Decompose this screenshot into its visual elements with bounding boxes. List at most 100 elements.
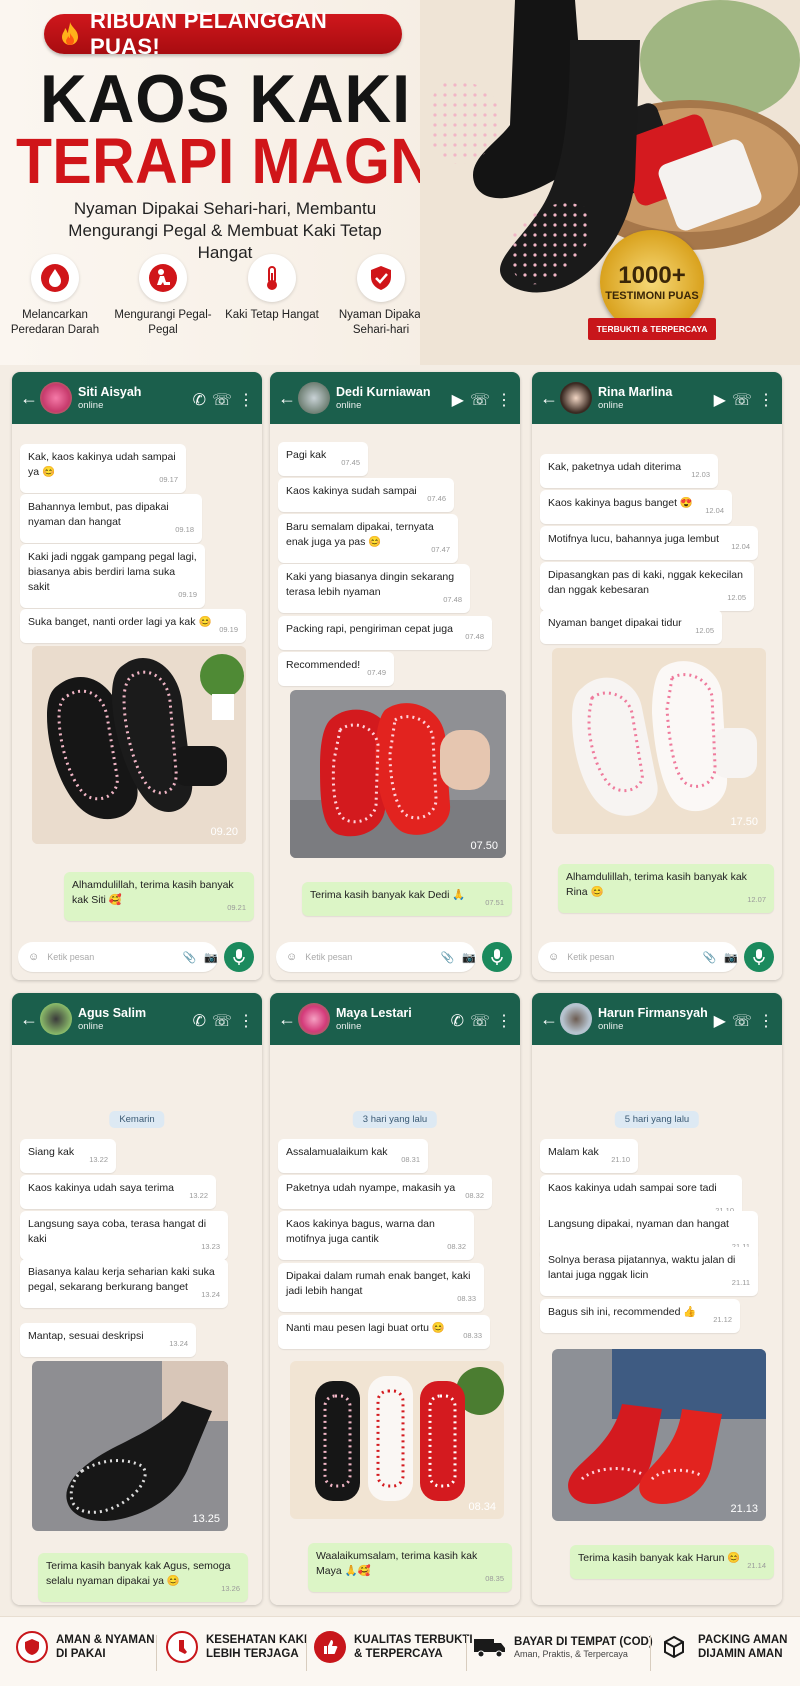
chat-message: Motifnya lucu, bahannya juga lembut 12.04 [540, 526, 758, 560]
message-placeholder: Ketik pesan [47, 952, 95, 962]
call-icon[interactable]: ☏ [470, 390, 490, 410]
phone-icon[interactable]: ✆ [193, 1011, 206, 1031]
chat-message: Baru semalam dipakai, ternyata enak juga… [278, 514, 458, 563]
avatar[interactable] [40, 382, 72, 414]
chat-message: Dipakai dalam rumah enak banget, kaki ja… [278, 1263, 484, 1312]
back-arrow-icon[interactable]: ← [540, 1009, 558, 1030]
photo-time: 21.13 [730, 1503, 758, 1515]
mic-button[interactable] [744, 942, 774, 972]
more-options-icon[interactable]: ⋮ [238, 390, 254, 410]
chat-reply: Terima kasih banyak kak Harun 😊 21.14 [570, 1545, 774, 1579]
camera-icon[interactable]: 📷 [462, 951, 476, 964]
chat-photo[interactable]: 08.34 [290, 1361, 504, 1519]
chat-header: ← Rina Marlina online ▶ ☏ ⋮ [532, 372, 782, 424]
chat-photo[interactable]: 09.20 [32, 646, 246, 844]
sock-photo [552, 648, 766, 834]
back-arrow-icon[interactable]: ← [278, 1009, 296, 1030]
more-options-icon[interactable]: ⋮ [496, 1011, 512, 1031]
back-arrow-icon[interactable]: ← [278, 388, 296, 409]
attach-icon[interactable]: 📎 [183, 951, 197, 964]
chat-body: 3 hari yang lalu Assalamualaikum kak 08.3… [270, 1045, 520, 1605]
contact-name[interactable]: Rina Marlina [598, 385, 672, 400]
footer-item: AMAN & NYAMAN DI PAKAI [16, 1631, 156, 1663]
shield-icon [16, 1631, 48, 1663]
chat-panel: ← Harun Firmansyah online ▶ ☏ ⋮ 5 hari y… [532, 993, 782, 1605]
chat-panel: ← Maya Lestari online ✆ ☏ ⋮ 3 hari yang … [270, 993, 520, 1605]
emoji-icon[interactable]: ☺ [28, 951, 39, 963]
feature-label: Kaki Tetap Hangat [225, 309, 319, 321]
avatar[interactable] [298, 1003, 330, 1035]
trust-footer: AMAN & NYAMAN DI PAKAI KESEHATAN KAKI LE… [0, 1616, 800, 1686]
more-options-icon[interactable]: ⋮ [238, 1011, 254, 1031]
message-placeholder: Ketik pesan [305, 952, 353, 962]
message-input[interactable]: ☺ Ketik pesan 📎 📷 [276, 942, 476, 972]
chat-photo[interactable]: 07.50 [290, 690, 506, 858]
call-icon[interactable]: ☏ [212, 390, 232, 410]
more-options-icon[interactable]: ⋮ [758, 1011, 774, 1031]
thermometer-icon [248, 254, 296, 302]
chat-reply: Terima kasih banyak kak Agus, semoga sel… [38, 1553, 248, 1602]
footer-title: BAYAR DI TEMPAT (COD) [514, 1636, 653, 1648]
contact-status: online [78, 1021, 104, 1032]
contact-name[interactable]: Harun Firmansyah [598, 1006, 708, 1021]
emoji-icon[interactable]: ☺ [286, 951, 297, 963]
video-call-icon[interactable]: ▶ [714, 390, 726, 410]
back-arrow-icon[interactable]: ← [20, 388, 38, 409]
footer-title: AMAN & NYAMAN DI PAKAI [56, 1634, 155, 1660]
seal-text: TESTIMONI PUAS [605, 290, 699, 302]
more-options-icon[interactable]: ⋮ [758, 390, 774, 410]
call-icon[interactable]: ☏ [732, 390, 752, 410]
mic-button[interactable] [224, 942, 254, 972]
message-placeholder: Ketik pesan [567, 952, 615, 962]
contact-name[interactable]: Agus Salim [78, 1006, 146, 1021]
back-arrow-icon[interactable]: ← [540, 388, 558, 409]
message-input[interactable]: ☺ Ketik pesan 📎 📷 [538, 942, 738, 972]
mic-button[interactable] [482, 942, 512, 972]
chat-message: Suka banget, nanti order lagi ya kak 😊 09… [20, 609, 246, 643]
chat-photo[interactable]: 13.25 [32, 1361, 228, 1531]
chat-reply: Alhamdulillah, terima kasih banyak kak S… [64, 872, 254, 921]
footer-title: PACKING AMAN DIJAMIN AMAN [698, 1634, 788, 1660]
avatar[interactable] [40, 1003, 72, 1035]
chat-message: Malam kak 21.10 [540, 1139, 638, 1173]
attach-icon[interactable]: 📎 [441, 951, 455, 964]
emoji-icon[interactable]: ☺ [548, 951, 559, 963]
chat-message: Kaos kakinya bagus banget 😍 12.04 [540, 490, 732, 524]
phone-icon[interactable]: ✆ [451, 1011, 464, 1031]
more-options-icon[interactable]: ⋮ [496, 390, 512, 410]
chat-photo[interactable]: 17.50 [552, 648, 766, 834]
phone-icon[interactable]: ✆ [193, 390, 206, 410]
video-call-icon[interactable]: ▶ [452, 390, 464, 410]
chat-photo[interactable]: 21.13 [552, 1349, 766, 1521]
avatar[interactable] [560, 382, 592, 414]
footer-subtitle: Aman, Praktis, & Terpercaya [514, 1649, 628, 1659]
attach-icon[interactable]: 📎 [703, 951, 717, 964]
avatar[interactable] [298, 382, 330, 414]
massage-icon [139, 254, 187, 302]
thumbs-up-icon [314, 1631, 346, 1663]
chat-header: ← Agus Salim online ✆ ☏ ⋮ [12, 993, 262, 1045]
seal-number: 1000+ [618, 262, 686, 289]
contact-name[interactable]: Dedi Kurniawan [336, 385, 430, 400]
chat-message: Biasanya kalau kerja seharian kaki suka … [20, 1259, 228, 1308]
contact-name[interactable]: Siti Aisyah [78, 385, 141, 400]
date-chip: 5 hari yang lalu [614, 1111, 700, 1128]
call-icon[interactable]: ☏ [732, 1011, 752, 1031]
seal-ribbon: TERBUKTI & TERPERCAYA [588, 318, 716, 340]
call-icon[interactable]: ☏ [470, 1011, 490, 1031]
back-arrow-icon[interactable]: ← [20, 1009, 38, 1030]
fire-icon [62, 22, 78, 45]
call-icon[interactable]: ☏ [212, 1011, 232, 1031]
shield-check-icon [357, 254, 405, 302]
contact-status: online [598, 400, 624, 411]
chat-message: Kak, kaos kakinya udah sampai ya 😊 09.17 [20, 444, 186, 493]
message-input[interactable]: ☺ Ketik pesan 📎 📷 [18, 942, 218, 972]
camera-icon[interactable]: 📷 [724, 951, 738, 964]
contact-name[interactable]: Maya Lestari [336, 1006, 412, 1021]
chat-reply: Alhamdulillah, terima kasih banyak kak R… [558, 864, 774, 913]
chat-message: Paketnya udah nyampe, makasih ya 08.32 [278, 1175, 492, 1209]
avatar[interactable] [560, 1003, 592, 1035]
video-call-icon[interactable]: ▶ [714, 1011, 726, 1031]
chat-message: Nanti mau pesen lagi buat ortu 😊 08.33 [278, 1315, 490, 1349]
camera-icon[interactable]: 📷 [204, 951, 218, 964]
